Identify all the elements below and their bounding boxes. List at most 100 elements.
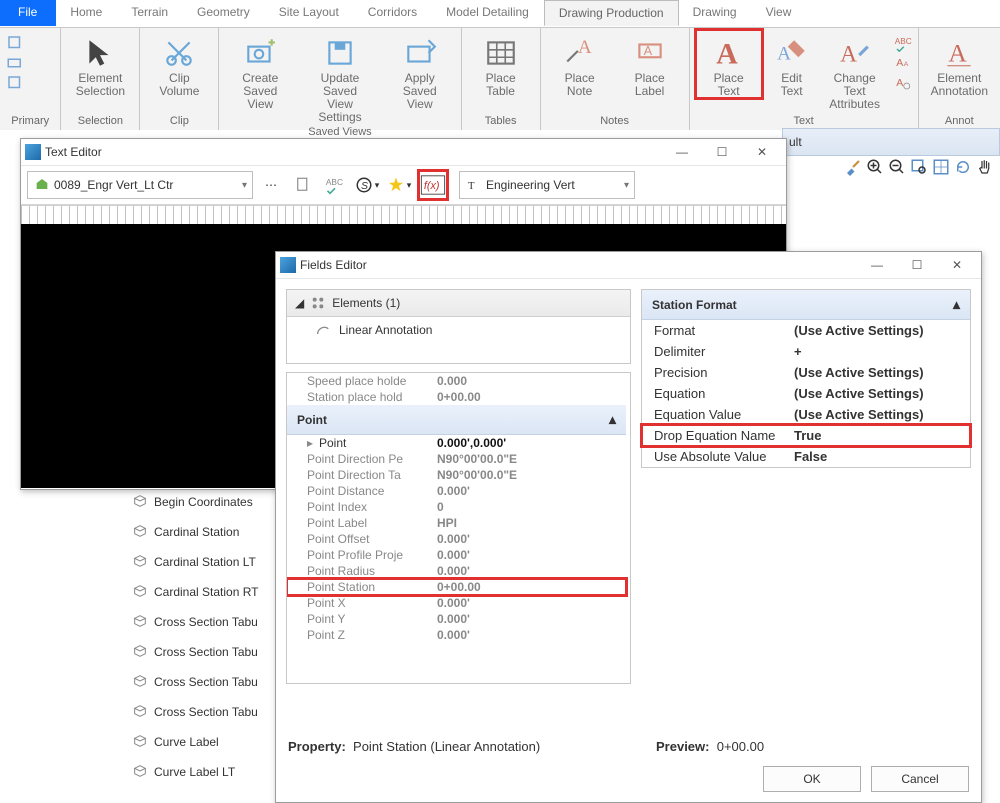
elements-icon bbox=[310, 295, 326, 311]
edit-text-button[interactable]: A Edit Text bbox=[766, 30, 818, 98]
zoom-out-icon[interactable] bbox=[888, 158, 906, 179]
ok-button[interactable]: OK bbox=[763, 766, 861, 792]
text-style-dropdown[interactable]: 0089_Engr Vert_Lt Ctr bbox=[27, 171, 253, 199]
minimize-button[interactable]: — bbox=[662, 140, 702, 164]
properties-icon[interactable] bbox=[6, 74, 24, 92]
change-text-attributes-button[interactable]: A Change Text Attributes bbox=[822, 30, 888, 111]
spellcheck-toolbar-icon[interactable]: ABC bbox=[321, 171, 349, 199]
tab-view[interactable]: View bbox=[752, 0, 807, 26]
maximize-button[interactable]: ☐ bbox=[897, 253, 937, 277]
zoom-in-icon[interactable] bbox=[866, 158, 884, 179]
text-small-icon[interactable]: AA bbox=[894, 54, 912, 72]
point-header[interactable]: Point▴ bbox=[287, 405, 626, 435]
tab-terrain[interactable]: Terrain bbox=[117, 0, 183, 26]
symbol-menu-button[interactable]: S ▾ bbox=[353, 171, 381, 199]
rotate-icon[interactable] bbox=[954, 158, 972, 179]
station-format-row[interactable]: Format(Use Active Settings) bbox=[642, 320, 970, 341]
station-format-row[interactable]: Equation(Use Active Settings) bbox=[642, 383, 970, 404]
update-saved-view-button[interactable]: Update Saved View Settings bbox=[299, 30, 381, 124]
font-dropdown[interactable]: T Engineering Vert bbox=[459, 171, 635, 199]
tab-geometry[interactable]: Geometry bbox=[183, 0, 265, 26]
place-label-button[interactable]: A Place Label bbox=[617, 30, 683, 98]
place-text-button[interactable]: A Place Text bbox=[696, 30, 762, 98]
text-attr-icon: A bbox=[838, 34, 872, 72]
property-row[interactable]: ▸Point0.000',0.000' bbox=[287, 435, 626, 451]
property-row[interactable]: Point Index0 bbox=[287, 499, 626, 515]
station-format-panel: Station Format▴ Format(Use Active Settin… bbox=[641, 289, 971, 468]
brush-icon[interactable] bbox=[844, 158, 862, 179]
copy-format-icon[interactable] bbox=[289, 171, 317, 199]
box-icon bbox=[132, 553, 148, 572]
insert-field-button[interactable]: f(x) bbox=[417, 169, 449, 201]
breadcrumb-strip: ult bbox=[782, 128, 1000, 156]
svg-text:A: A bbox=[840, 42, 857, 68]
station-format-header[interactable]: Station Format▴ bbox=[642, 290, 970, 320]
station-format-row[interactable]: Equation Value(Use Active Settings) bbox=[642, 404, 970, 425]
zoom-window-icon[interactable] bbox=[910, 158, 928, 179]
ribbon-body: Primary Element Selection Selection Clip… bbox=[0, 27, 1000, 130]
pan-icon[interactable] bbox=[976, 158, 994, 179]
explorer-icon[interactable] bbox=[6, 54, 24, 72]
svg-text:T: T bbox=[468, 181, 475, 192]
property-row[interactable]: Point Station0+00.00 bbox=[287, 579, 626, 595]
place-table-button[interactable]: Place Table bbox=[468, 30, 534, 98]
station-format-row[interactable]: Use Absolute ValueFalse bbox=[642, 446, 970, 467]
property-row[interactable]: Point Offset0.000' bbox=[287, 531, 626, 547]
tab-model-detailing[interactable]: Model Detailing bbox=[432, 0, 544, 26]
property-row[interactable]: Point Radius0.000' bbox=[287, 563, 626, 579]
camera-new-icon bbox=[243, 34, 277, 72]
attach-icon[interactable] bbox=[6, 34, 24, 52]
station-format-row[interactable]: Precision(Use Active Settings) bbox=[642, 362, 970, 383]
minimize-button[interactable]: — bbox=[857, 253, 897, 277]
linear-annotation-icon bbox=[315, 322, 331, 338]
property-row[interactable]: Point Direction TaN90°00'00.0"E bbox=[287, 467, 626, 483]
close-button[interactable]: ✕ bbox=[937, 253, 977, 277]
cancel-button[interactable]: Cancel bbox=[871, 766, 969, 792]
close-button[interactable]: ✕ bbox=[742, 140, 782, 164]
ruler[interactable] bbox=[21, 205, 786, 226]
property-row[interactable]: Station place hold0+00.00 bbox=[287, 389, 626, 405]
more-icon[interactable]: ⋯ bbox=[257, 171, 285, 199]
text-find-icon[interactable]: A bbox=[894, 74, 912, 92]
svg-text:ABC: ABC bbox=[326, 177, 343, 187]
station-format-row[interactable]: Drop Equation NameTrue bbox=[642, 425, 970, 446]
tab-file[interactable]: File bbox=[0, 0, 56, 26]
element-selection-button[interactable]: Element Selection bbox=[67, 30, 133, 98]
table-icon bbox=[484, 34, 518, 72]
property-row[interactable]: Point LabelHPI bbox=[287, 515, 626, 531]
create-saved-view-button[interactable]: Create Saved View bbox=[225, 30, 295, 111]
box-icon bbox=[132, 583, 148, 602]
property-row[interactable]: Point Distance0.000' bbox=[287, 483, 626, 499]
tab-drawing[interactable]: Drawing bbox=[679, 0, 752, 26]
tab-drawing-production[interactable]: Drawing Production bbox=[544, 0, 679, 26]
spellcheck-icon[interactable]: ABC bbox=[894, 34, 912, 52]
property-row[interactable]: Point Z0.000' bbox=[287, 627, 626, 643]
tab-site-layout[interactable]: Site Layout bbox=[265, 0, 354, 26]
property-row[interactable]: Point Profile Proje0.000' bbox=[287, 547, 626, 563]
annotation-a-icon: A bbox=[942, 34, 976, 72]
elements-header[interactable]: ◢ Elements (1) bbox=[287, 290, 630, 317]
box-icon bbox=[132, 703, 148, 722]
property-row[interactable]: Point Y0.000' bbox=[287, 611, 626, 627]
tab-corridors[interactable]: Corridors bbox=[354, 0, 432, 26]
box-icon bbox=[132, 643, 148, 662]
favorite-icon[interactable]: ▾ bbox=[385, 171, 413, 199]
place-note-button[interactable]: A Place Note bbox=[547, 30, 613, 98]
tab-home[interactable]: Home bbox=[56, 0, 117, 26]
maximize-button[interactable]: ☐ bbox=[702, 140, 742, 164]
preview-footer: Preview: 0+00.00 bbox=[656, 739, 764, 754]
property-row[interactable]: Point X0.000' bbox=[287, 595, 626, 611]
camera-apply-icon bbox=[403, 34, 437, 72]
element-item[interactable]: Linear Annotation bbox=[287, 317, 630, 343]
box-icon bbox=[132, 763, 148, 782]
element-annotation-button[interactable]: A Element Annotation bbox=[925, 30, 994, 98]
apply-saved-view-button[interactable]: Apply Saved View bbox=[385, 30, 455, 111]
svg-text:A: A bbox=[896, 77, 903, 89]
ribbon-tabstrip: File Home Terrain Geometry Site Layout C… bbox=[0, 0, 1000, 27]
fit-icon[interactable] bbox=[932, 158, 950, 179]
property-row[interactable]: Speed place holde0.000 bbox=[287, 373, 626, 389]
clip-volume-button[interactable]: Clip Volume bbox=[146, 30, 212, 98]
text-editor-toolbar: 0089_Engr Vert_Lt Ctr ⋯ ABC S ▾ ▾ f(x) T… bbox=[21, 166, 786, 205]
station-format-row[interactable]: Delimiter+ bbox=[642, 341, 970, 362]
property-row[interactable]: Point Direction PeN90°00'00.0"E bbox=[287, 451, 626, 467]
